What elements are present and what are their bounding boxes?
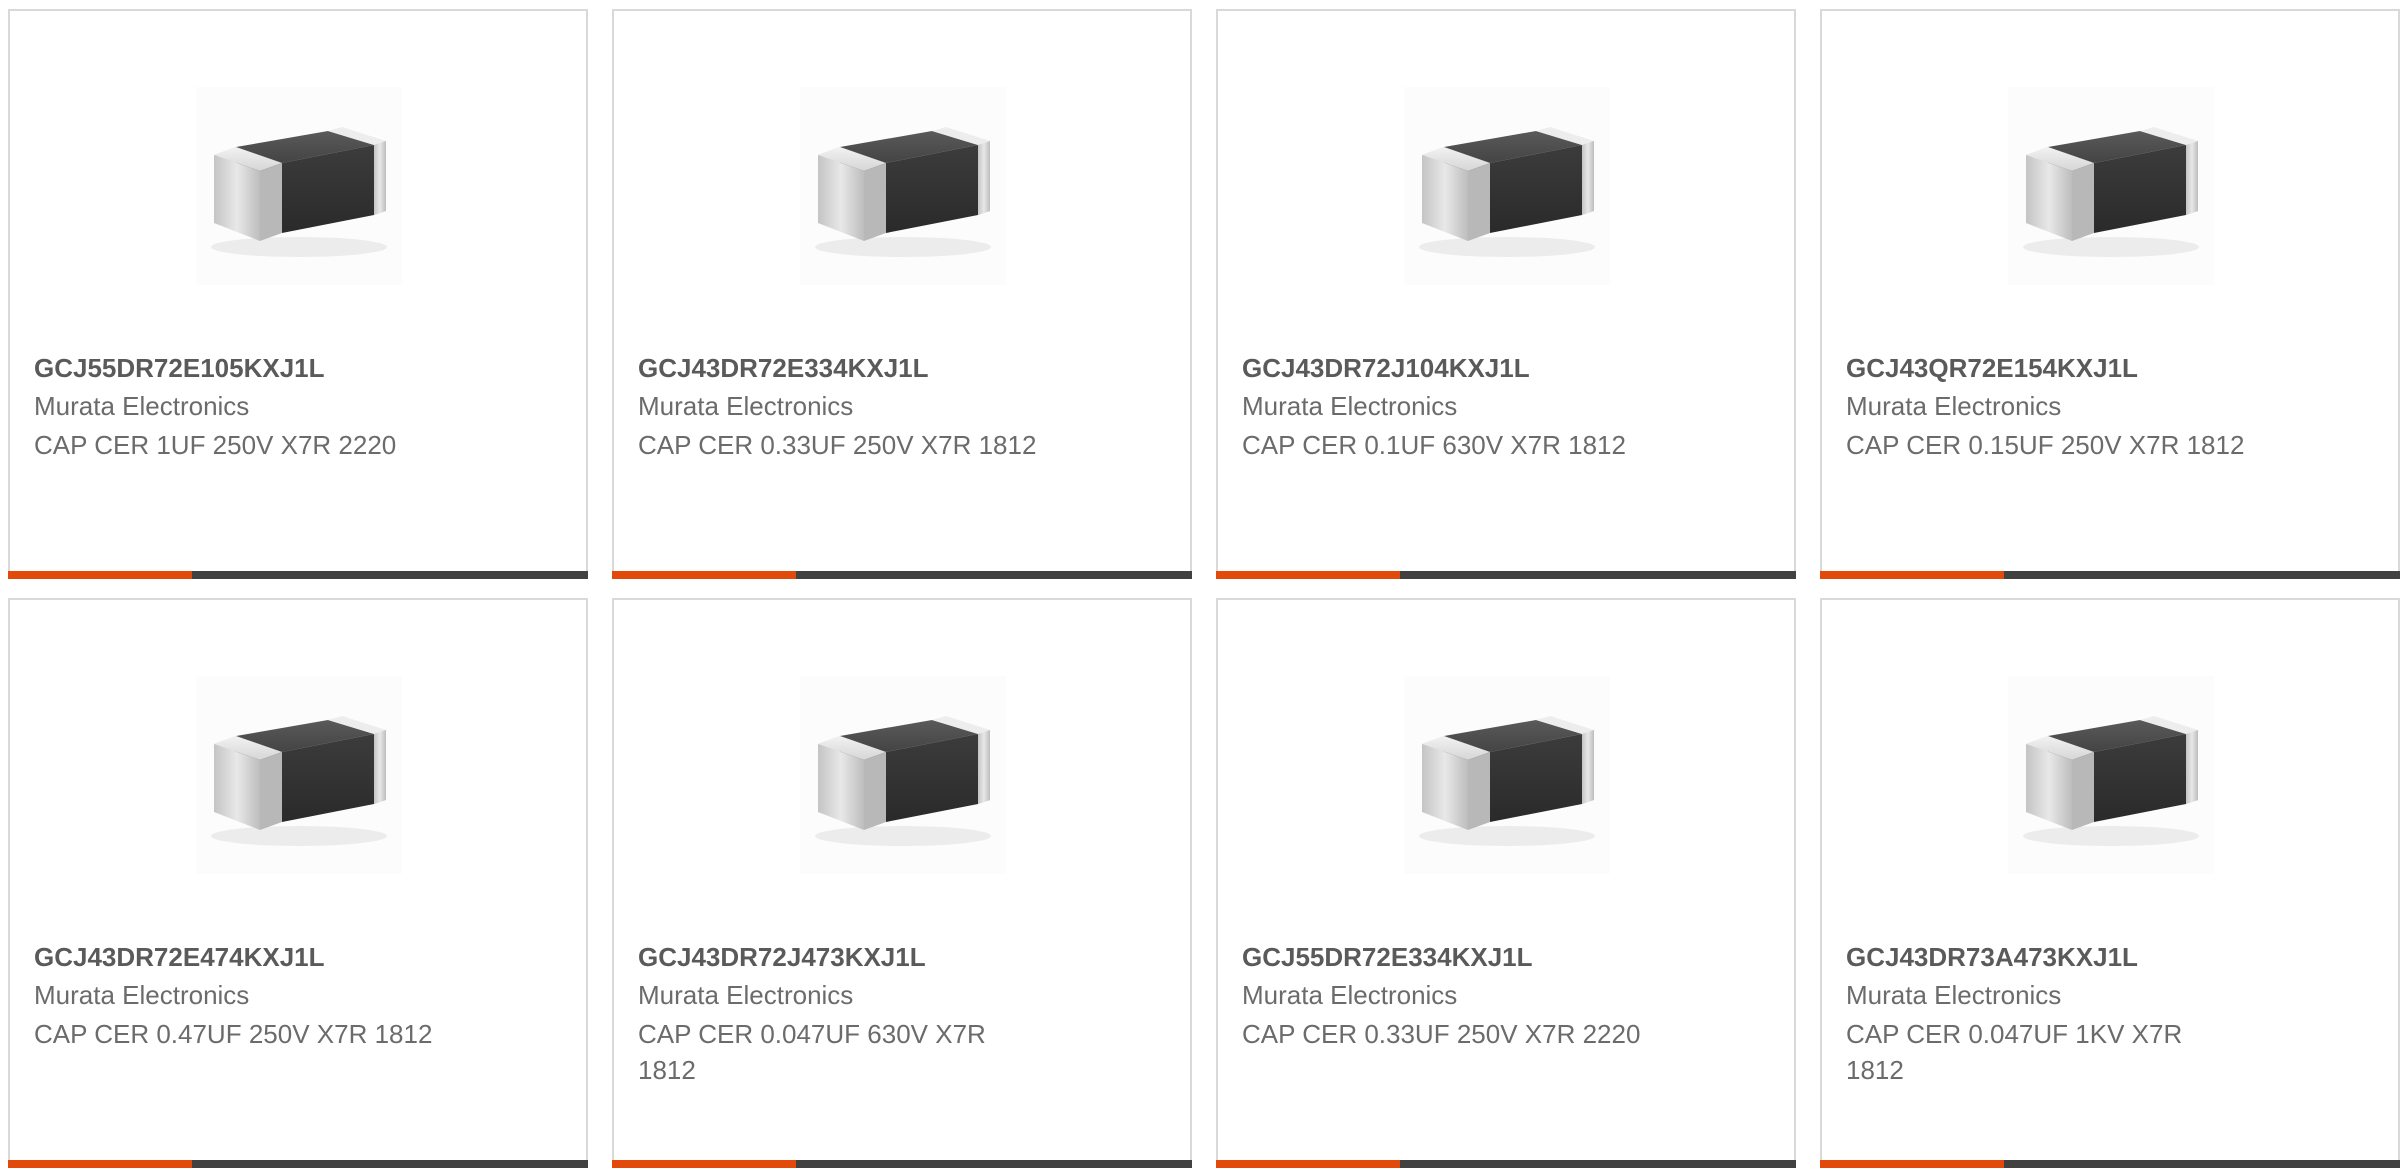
product-image[interactable]	[196, 676, 402, 874]
product-description: CAP CER 0.047UF 1KV X7R 1812	[1846, 1019, 2183, 1085]
part-number-link[interactable]: GCJ43DR73A473KXJ1L	[1846, 942, 2138, 973]
product-description: CAP CER 0.33UF 250V X7R 2220	[1242, 1019, 1641, 1049]
smd-capacitor-chip-icon	[211, 716, 387, 846]
smd-capacitor-chip-icon	[815, 716, 991, 846]
part-number-link[interactable]: GCJ55DR72E334KXJ1L	[1242, 942, 1533, 973]
manufacturer-name: Murata Electronics	[1846, 391, 2062, 421]
accent-bar-highlight	[612, 571, 796, 579]
product-card[interactable]: GCJ43DR72J473KXJ1L Murata Electronics CA…	[612, 598, 1192, 1168]
product-card[interactable]: GCJ43DR72J104KXJ1L Murata Electronics CA…	[1216, 9, 1796, 579]
product-card[interactable]: GCJ43DR72E474KXJ1L Murata Electronics CA…	[8, 598, 588, 1168]
product-card[interactable]: GCJ55DR72E105KXJ1L Murata Electronics CA…	[8, 9, 588, 579]
product-image[interactable]	[2008, 676, 2214, 874]
product-image[interactable]	[800, 87, 1006, 285]
part-number-link[interactable]: GCJ43DR72E474KXJ1L	[34, 942, 325, 973]
part-number-link[interactable]: GCJ43DR72J473KXJ1L	[638, 942, 926, 973]
product-description: CAP CER 1UF 250V X7R 2220	[34, 430, 397, 460]
manufacturer-name: Murata Electronics	[1242, 391, 1458, 421]
product-image[interactable]	[1404, 676, 1610, 874]
product-image[interactable]	[196, 87, 402, 285]
part-number-link[interactable]: GCJ55DR72E105KXJ1L	[34, 353, 325, 384]
manufacturer-name: Murata Electronics	[638, 391, 854, 421]
smd-capacitor-chip-icon	[1419, 127, 1595, 257]
product-image[interactable]	[2008, 87, 2214, 285]
product-description: CAP CER 0.047UF 630V X7R 1812	[638, 1019, 986, 1085]
product-card[interactable]: GCJ55DR72E334KXJ1L Murata Electronics CA…	[1216, 598, 1796, 1168]
part-number-link[interactable]: GCJ43QR72E154KXJ1L	[1846, 353, 2138, 384]
smd-capacitor-chip-icon	[211, 127, 387, 257]
smd-capacitor-chip-icon	[2023, 716, 2199, 846]
accent-bar-highlight	[1216, 571, 1400, 579]
product-description: CAP CER 0.47UF 250V X7R 1812	[34, 1019, 433, 1049]
card-accent-bar	[8, 571, 588, 579]
manufacturer-name: Murata Electronics	[34, 391, 250, 421]
accent-bar-highlight	[8, 571, 192, 579]
manufacturer-name: Murata Electronics	[34, 980, 250, 1010]
card-accent-bar	[612, 571, 1192, 579]
card-accent-bar	[1216, 571, 1796, 579]
manufacturer-name: Murata Electronics	[638, 980, 854, 1010]
product-description: CAP CER 0.15UF 250V X7R 1812	[1846, 430, 2245, 460]
product-description: CAP CER 0.33UF 250V X7R 1812	[638, 430, 1037, 460]
product-card[interactable]: GCJ43DR73A473KXJ1L Murata Electronics CA…	[1820, 598, 2400, 1168]
product-description: CAP CER 0.1UF 630V X7R 1812	[1242, 430, 1626, 460]
product-grid: GCJ55DR72E105KXJ1L Murata Electronics CA…	[8, 9, 2400, 1168]
manufacturer-name: Murata Electronics	[1846, 980, 2062, 1010]
manufacturer-name: Murata Electronics	[1242, 980, 1458, 1010]
product-image[interactable]	[800, 676, 1006, 874]
smd-capacitor-chip-icon	[2023, 127, 2199, 257]
product-card[interactable]: GCJ43DR72E334KXJ1L Murata Electronics CA…	[612, 9, 1192, 579]
part-number-link[interactable]: GCJ43DR72E334KXJ1L	[638, 353, 929, 384]
smd-capacitor-chip-icon	[815, 127, 991, 257]
accent-bar-highlight	[1820, 571, 2004, 579]
part-number-link[interactable]: GCJ43DR72J104KXJ1L	[1242, 353, 1530, 384]
card-accent-bar	[1820, 571, 2400, 579]
smd-capacitor-chip-icon	[1419, 716, 1595, 846]
product-card[interactable]: GCJ43QR72E154KXJ1L Murata Electronics CA…	[1820, 9, 2400, 579]
product-image[interactable]	[1404, 87, 1610, 285]
